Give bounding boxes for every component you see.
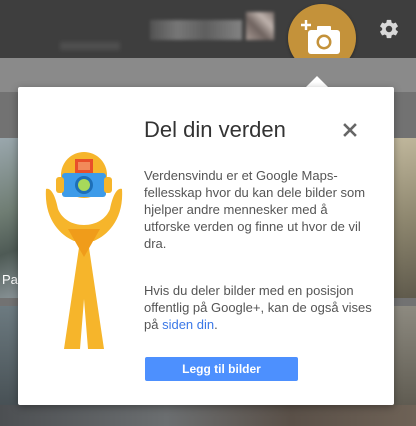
profile-page-link[interactable]: siden din bbox=[162, 317, 214, 332]
welcome-dialog: Del din verden Verdensvindu er et Google… bbox=[18, 87, 394, 405]
sharing-note-end: . bbox=[214, 317, 218, 332]
add-photos-button[interactable]: Legg til bilder bbox=[145, 357, 298, 381]
gear-icon[interactable] bbox=[378, 18, 400, 40]
top-bar bbox=[0, 0, 416, 72]
dialog-sharing-note: Hvis du deler bilder med en posisjon off… bbox=[144, 282, 376, 333]
add-photo-camera-icon bbox=[301, 20, 340, 54]
close-icon[interactable] bbox=[340, 120, 360, 140]
dialog-title: Del din verden bbox=[144, 117, 286, 142]
blurred-avatar[interactable] bbox=[246, 12, 274, 40]
background-photo-right[interactable] bbox=[392, 138, 416, 298]
blurred-user-name bbox=[150, 20, 242, 40]
background-photo-bottom-strip bbox=[0, 405, 416, 426]
photo-caption: Pa bbox=[2, 272, 18, 287]
pegman-camera-illustration-icon bbox=[45, 152, 123, 349]
dialog-description: Verdensvindu er et Google Maps-fellesska… bbox=[144, 168, 366, 251]
blurred-header-text bbox=[60, 42, 120, 50]
